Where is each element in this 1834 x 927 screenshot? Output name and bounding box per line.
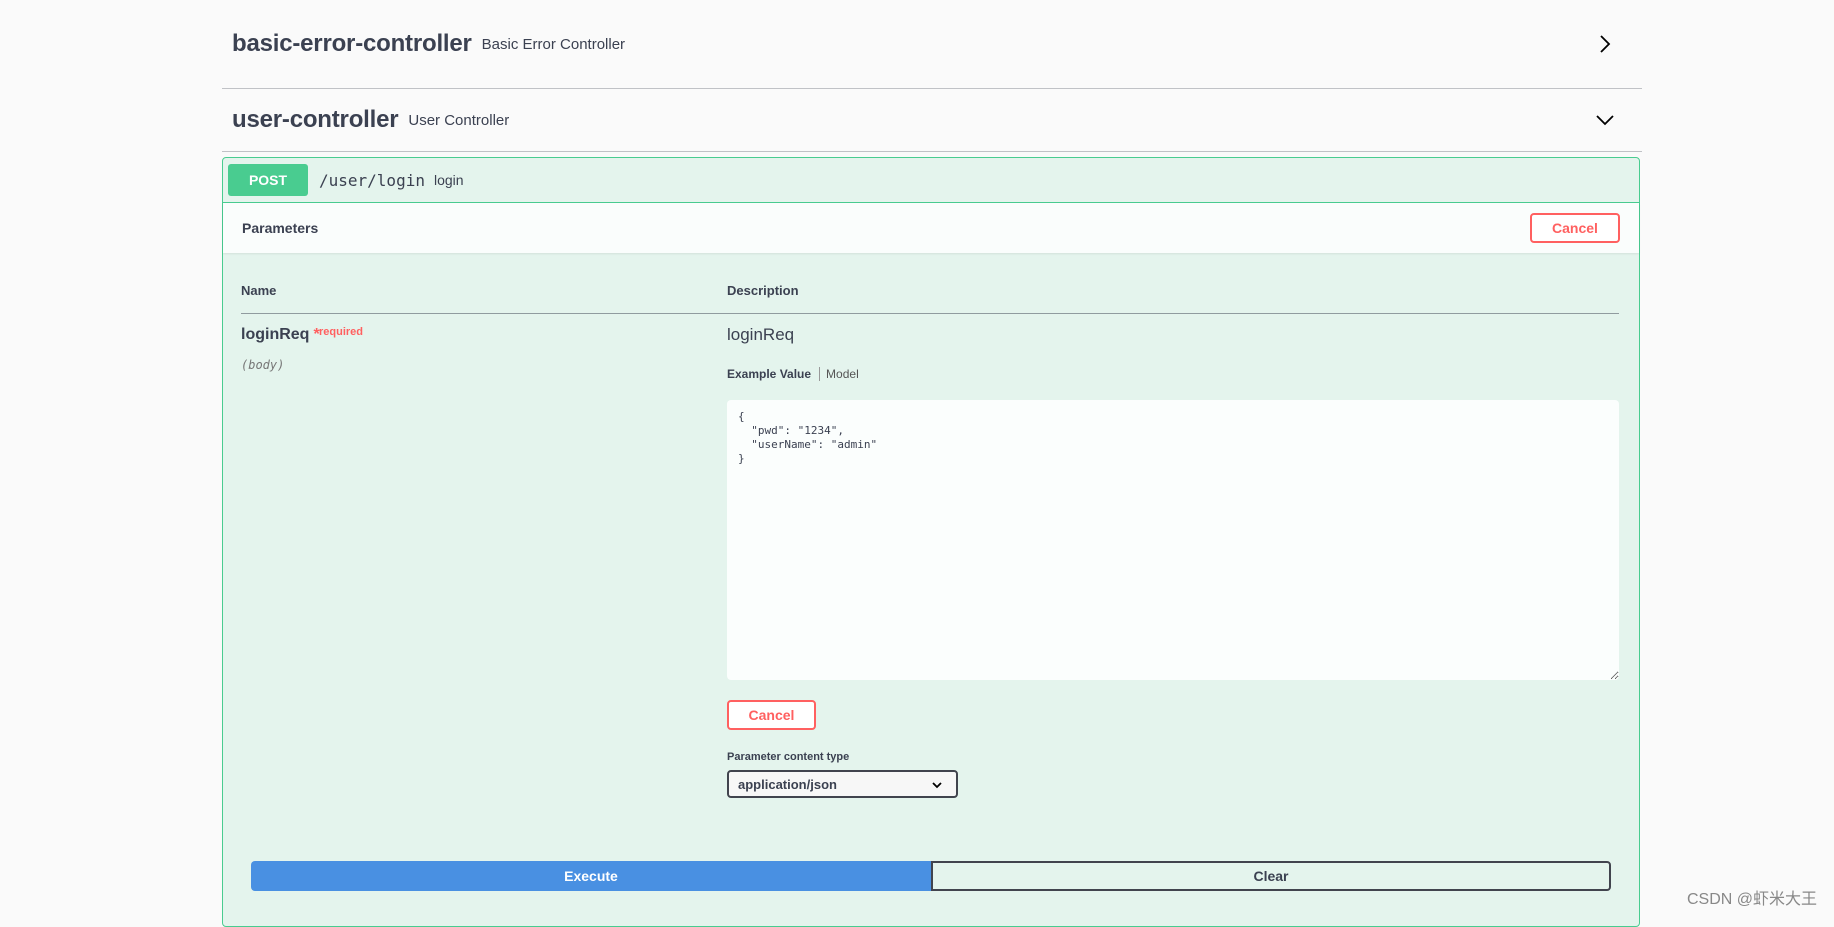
column-name-header: Name [241, 283, 277, 298]
operation-path: /user/login [319, 170, 425, 190]
request-body-textarea[interactable]: { "pwd": "1234", "userName": "admin" } [727, 400, 1619, 680]
tag-name[interactable]: basic-error-controller [232, 30, 472, 58]
parameters-table-header: Name Description [241, 283, 1619, 314]
required-label: required [319, 326, 364, 338]
parameters-header: Parameters Cancel [223, 203, 1639, 253]
clear-button[interactable]: Clear [931, 861, 1611, 891]
operation-summary[interactable]: POST /user/login login [223, 158, 1639, 203]
parameters-title: Parameters [242, 220, 319, 236]
parameter-name: loginReq * [241, 326, 320, 344]
method-badge: POST [228, 164, 308, 196]
tag-name[interactable]: user-controller [232, 106, 399, 134]
tag-user-controller[interactable]: user-controller User Controller [222, 89, 1642, 152]
content-type-label: Parameter content type [727, 751, 850, 763]
parameter-location: (body) [241, 358, 285, 372]
chevron-right-icon[interactable] [1594, 33, 1616, 55]
try-out-cancel-button[interactable]: Cancel [1530, 213, 1620, 243]
content-type-value: application/json [738, 776, 837, 792]
chevron-down-icon[interactable] [1594, 109, 1616, 131]
tag-description: User Controller [408, 111, 510, 129]
column-description-header: Description [727, 283, 799, 298]
tag-basic-error-controller[interactable]: basic-error-controller Basic Error Contr… [222, 0, 1642, 89]
operation-summary-text: login [433, 172, 464, 188]
execute-button[interactable]: Execute [251, 861, 931, 891]
example-tabs: Example Value Model [727, 367, 859, 381]
swagger-content: basic-error-controller Basic Error Contr… [222, 0, 1642, 927]
chevron-down-icon [932, 782, 942, 789]
parameter-name-text: loginReq [241, 326, 310, 343]
watermark: CSDN @虾米大王 [1686, 891, 1817, 908]
content-type-select[interactable]: application/json [727, 770, 958, 798]
tab-example-value[interactable]: Example Value [727, 367, 821, 381]
body-cancel-button[interactable]: Cancel [727, 700, 816, 730]
parameter-description: loginReq [727, 325, 795, 344]
tab-model[interactable]: Model [820, 367, 859, 381]
tag-description: Basic Error Controller [481, 35, 626, 53]
